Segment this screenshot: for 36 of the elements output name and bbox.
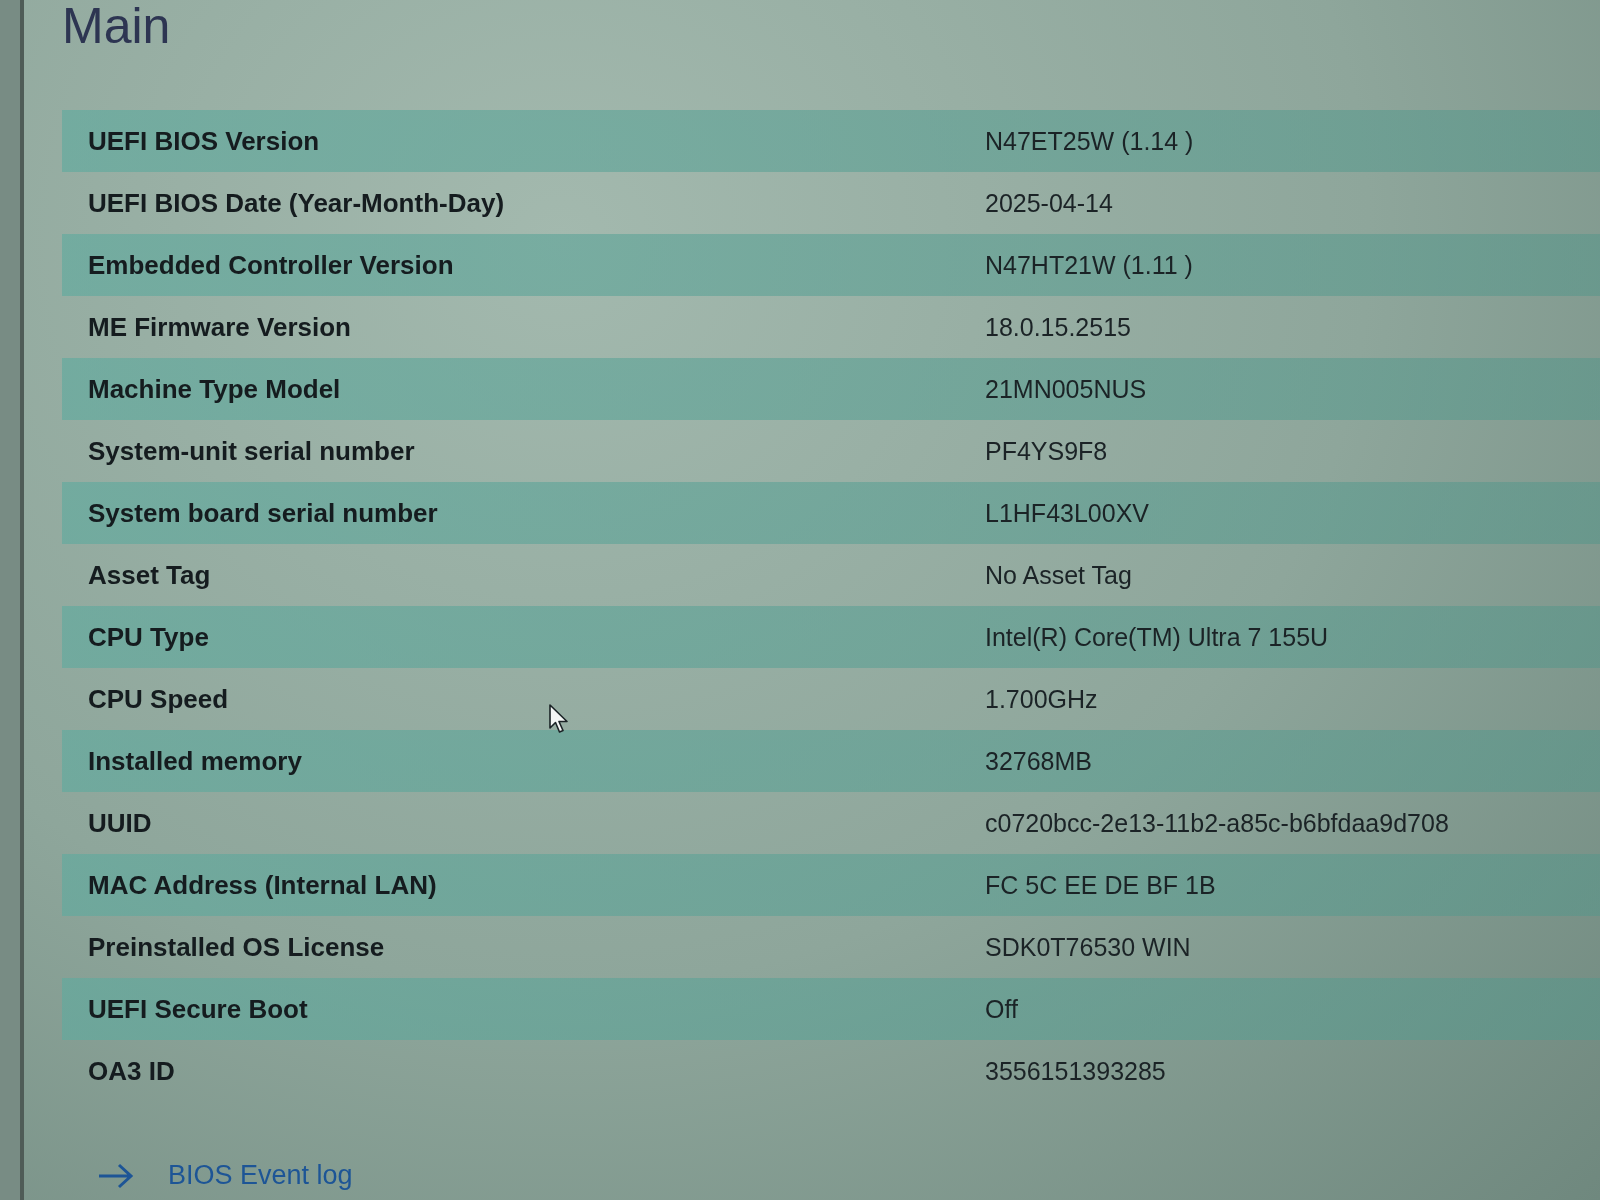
field-value: c0720bcc-2e13-11b2-a85c-b6bfdaa9d708 [985, 808, 1449, 838]
arrow-right-icon [98, 1162, 134, 1189]
mouse-pointer-icon [549, 704, 569, 734]
field-label: UEFI BIOS Date (Year-Month-Day) [87, 187, 505, 219]
field-value: 2025-04-14 [985, 188, 1113, 218]
field-value: Off [985, 994, 1018, 1024]
field-value: 21MN005NUS [985, 374, 1147, 404]
event-log-link[interactable]: BIOS Event log [98, 1160, 353, 1191]
field-label: CPU Speed [87, 683, 229, 715]
field-label: OA3 ID [87, 1055, 175, 1087]
field-value: 3556151393285 [985, 1056, 1166, 1086]
field-label: CPU Type [87, 621, 209, 653]
field-value: 32768MB [985, 746, 1093, 776]
field-label: Preinstalled OS License [87, 931, 385, 963]
field-label: UUID [87, 807, 152, 839]
field-label: Machine Type Model [87, 373, 341, 405]
field-label: System board serial number [87, 497, 438, 529]
field-value: L1HF43L00XV [985, 498, 1149, 528]
field-value: PF4YS9F8 [985, 436, 1108, 466]
field-value: SDK0T76530 WIN [985, 932, 1191, 962]
field-label: Asset Tag [87, 559, 211, 591]
page-title: Main [62, 0, 171, 52]
field-value: 18.0.15.2515 [985, 312, 1131, 342]
field-value: N47ET25W (1.14 ) [985, 126, 1194, 156]
field-label: System-unit serial number [87, 435, 415, 467]
field-value: No Asset Tag [985, 560, 1132, 590]
field-label: Installed memory [87, 745, 302, 777]
field-label: UEFI BIOS Version [87, 125, 320, 157]
field-value: Intel(R) Core(TM) Ultra 7 155U [985, 622, 1329, 652]
field-label: MAC Address (Internal LAN) [87, 869, 437, 901]
field-value: N47HT21W (1.11 ) [985, 250, 1193, 280]
field-value: 1.700GHz [985, 684, 1098, 714]
field-label: Embedded Controller Version [87, 249, 454, 281]
field-label: ME Firmware Version [87, 311, 351, 343]
field-label: UEFI Secure Boot [87, 993, 308, 1025]
field-value: FC 5C EE DE BF 1B [985, 870, 1216, 900]
